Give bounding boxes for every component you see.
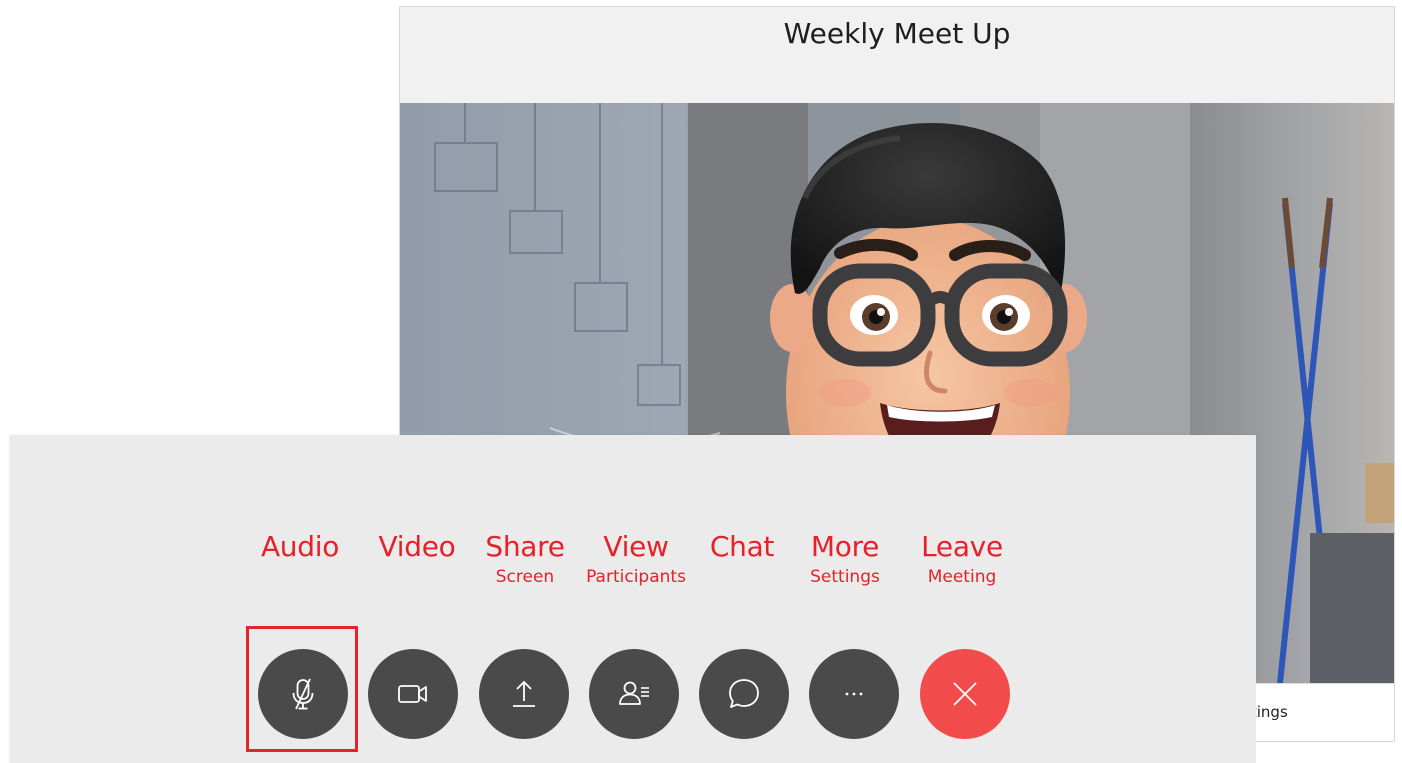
view-participants-button[interactable] <box>589 649 679 739</box>
more-dots-icon <box>845 692 863 696</box>
screenshot-stage: Weekly Meet Up ttings Audio Video Share … <box>0 0 1402 763</box>
participants-icon <box>619 681 649 705</box>
chat-button[interactable] <box>699 649 789 739</box>
video-camera-icon <box>398 685 427 703</box>
microphone-muted-icon <box>292 678 314 710</box>
upload-arrow-icon <box>513 680 535 707</box>
leave-meeting-button[interactable] <box>920 649 1010 739</box>
video-toggle-button[interactable] <box>368 649 458 739</box>
meeting-control-toolbar: Audio Video Share Screen View Participan… <box>10 435 1256 763</box>
meeting-title: Weekly Meet Up <box>783 17 1011 50</box>
chat-bubble-icon <box>729 679 759 708</box>
close-x-icon <box>953 682 977 706</box>
share-screen-button[interactable] <box>479 649 569 739</box>
toolbar-buttons <box>10 435 1256 763</box>
audio-mute-button[interactable] <box>258 649 348 739</box>
more-settings-button[interactable] <box>809 649 899 739</box>
